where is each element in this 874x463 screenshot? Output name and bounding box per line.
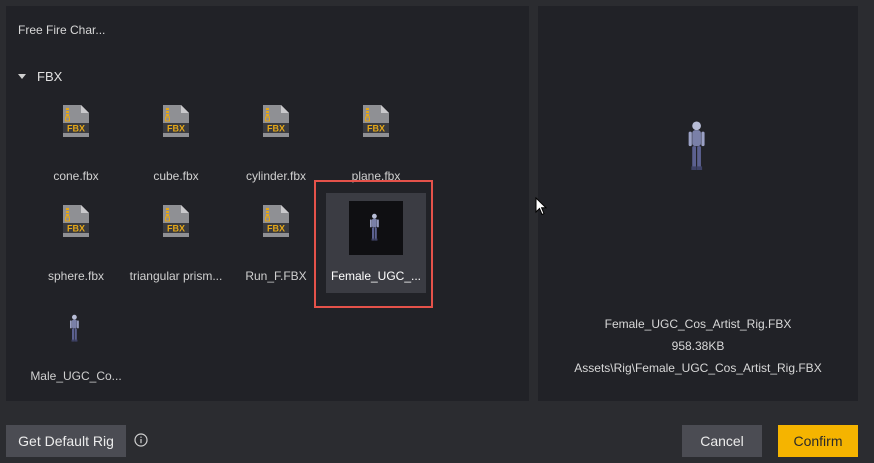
mouse-cursor-icon: [535, 196, 548, 221]
breadcrumb[interactable]: Free Fire Char...: [18, 23, 105, 37]
svg-text:FBX: FBX: [67, 124, 85, 134]
character-model-preview: [685, 120, 708, 177]
file-tile-triangular-prism[interactable]: FBX triangular prism...: [126, 204, 226, 306]
svg-text:FBX: FBX: [167, 124, 185, 134]
file-tile-cylinder[interactable]: FBX cylinder.fbx: [226, 104, 326, 206]
file-label: Female_UGC_...: [330, 269, 422, 283]
file-label: triangular prism...: [129, 269, 223, 283]
file-tile-run-f[interactable]: FBX Run_F.FBX: [226, 204, 326, 306]
preview-panel: Female_UGC_Cos_Artist_Rig.FBX 958.38KB A…: [538, 6, 858, 401]
confirm-button[interactable]: Confirm: [778, 425, 858, 457]
svg-text:FBX: FBX: [67, 224, 85, 234]
svg-text:FBX: FBX: [267, 124, 285, 134]
file-tile-cone[interactable]: FBX cone.fbx: [26, 104, 126, 206]
preview-file-name: Female_UGC_Cos_Artist_Rig.FBX: [604, 317, 792, 331]
file-label: Run_F.FBX: [245, 269, 307, 283]
file-tile-female-ugc[interactable]: Female_UGC_...: [326, 193, 426, 293]
file-label: plane.fbx: [351, 169, 401, 183]
file-label: cone.fbx: [53, 169, 99, 183]
file-label: cylinder.fbx: [245, 169, 307, 183]
folder-fbx[interactable]: FBX: [18, 68, 62, 84]
fbx-file-icon: FBX: [162, 104, 190, 138]
fbx-file-icon: FBX: [262, 104, 290, 138]
cancel-button[interactable]: Cancel: [682, 425, 762, 457]
get-default-rig-button[interactable]: Get Default Rig: [6, 425, 126, 457]
info-icon[interactable]: [134, 433, 148, 447]
file-tile-cube[interactable]: FBX cube.fbx: [126, 104, 226, 206]
caret-down-icon[interactable]: [18, 73, 26, 79]
svg-text:FBX: FBX: [267, 224, 285, 234]
fbx-file-icon: FBX: [362, 104, 390, 138]
svg-text:FBX: FBX: [367, 124, 385, 134]
file-tile-sphere[interactable]: FBX sphere.fbx: [26, 204, 126, 306]
fbx-file-icon: FBX: [62, 104, 90, 138]
fbx-file-icon: FBX: [262, 204, 290, 238]
file-label: sphere.fbx: [47, 269, 105, 283]
preview-file-size: 958.38KB: [671, 339, 725, 353]
folder-label: FBX: [37, 68, 63, 84]
file-tile-male-ugc[interactable]: Male_UGC_Co...: [26, 306, 126, 406]
character-model-thumbnail: [68, 314, 81, 348]
character-model-thumbnail: [349, 201, 403, 255]
file-tile-plane[interactable]: FBX plane.fbx: [326, 104, 426, 206]
file-label: Male_UGC_Co...: [30, 369, 122, 383]
fbx-file-icon: FBX: [162, 204, 190, 238]
svg-text:FBX: FBX: [167, 224, 185, 234]
fbx-file-icon: FBX: [62, 204, 90, 238]
file-label: cube.fbx: [153, 169, 199, 183]
file-browser-panel: Free Fire Char... FBX FBX cone.fbx FBX c…: [6, 6, 529, 401]
preview-file-path: Assets\Rig\Female_UGC_Cos_Artist_Rig.FBX: [574, 361, 822, 375]
